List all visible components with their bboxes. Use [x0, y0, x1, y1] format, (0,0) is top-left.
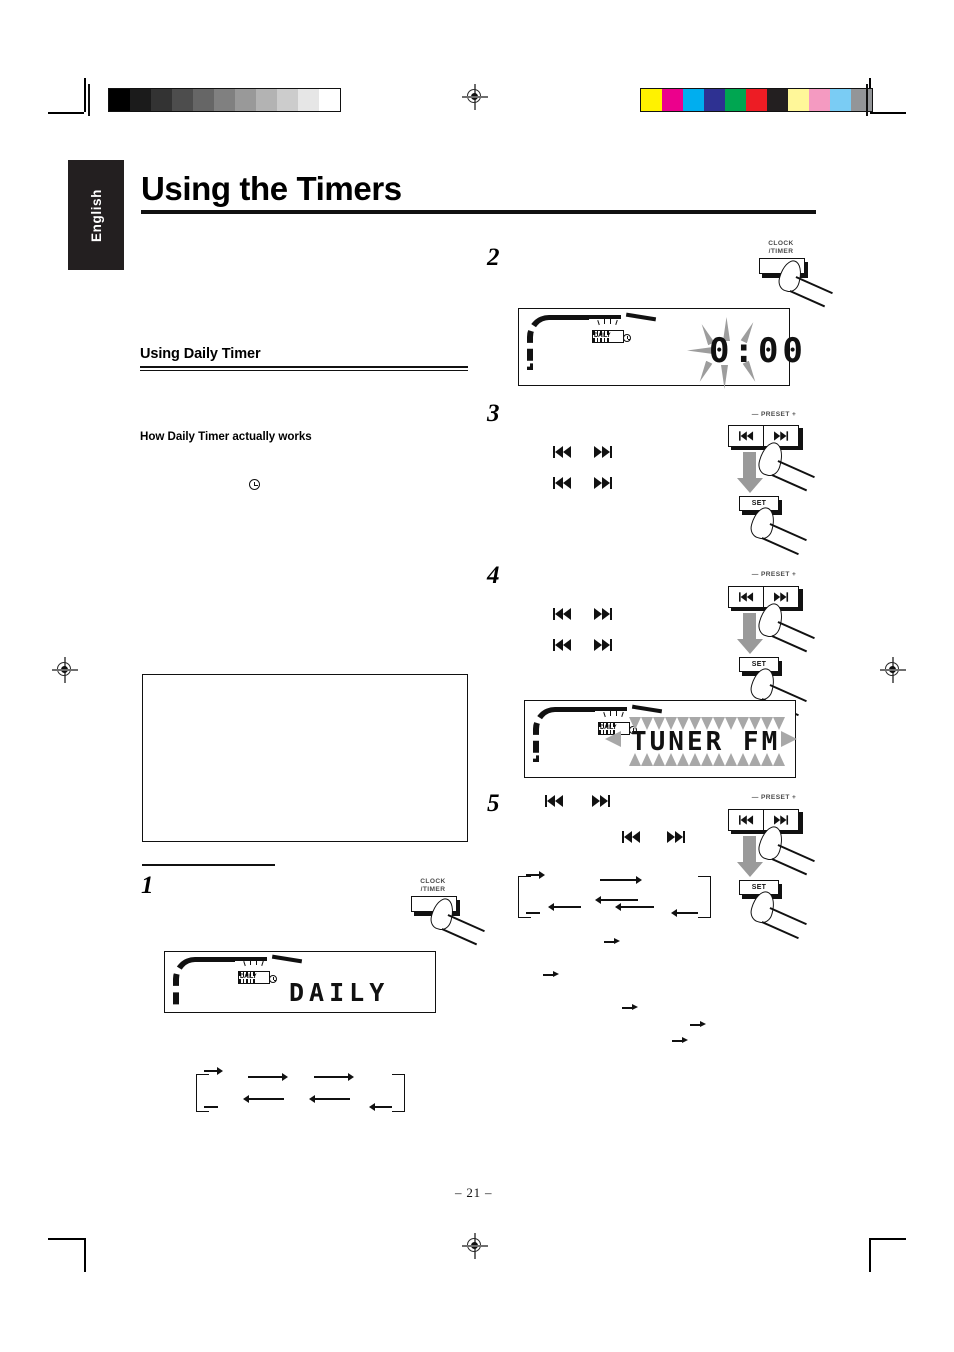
display-panel-step2: DAILY 0:00 — [518, 308, 803, 389]
grayscale-swatch — [319, 89, 340, 111]
grayscale-calibration-bar — [108, 88, 341, 112]
crop-mark-right-bottom — [870, 1238, 906, 1240]
skip-forward-icon — [594, 477, 613, 489]
grayscale-swatch — [109, 89, 130, 111]
clock-icon — [249, 479, 260, 490]
daily-indicator-step2: DAILY — [589, 319, 631, 344]
clock-timer-caption-line1: CLOCK — [768, 240, 794, 247]
skip-back-icon — [738, 431, 754, 441]
color-swatch — [725, 89, 746, 111]
language-tab: English — [68, 160, 124, 270]
crop-mark-bottom-right — [869, 1238, 871, 1272]
display-readout-step4: TUNER FM — [631, 727, 781, 757]
registration-mark-icon — [880, 657, 906, 683]
registration-mark-icon — [462, 84, 488, 110]
color-swatch — [830, 89, 851, 111]
grayscale-swatch — [298, 89, 319, 111]
daily-clock-icon — [269, 975, 277, 983]
display-readout-step1: DAILY — [289, 978, 390, 1007]
flashing-ray-left — [605, 731, 621, 747]
step-number-3: 3 — [487, 400, 500, 427]
color-swatch — [641, 89, 662, 111]
clock-timer-caption-line2: /TIMER — [420, 886, 446, 893]
crop-mark-right-top — [870, 112, 906, 114]
flow-bracket-right — [392, 1074, 405, 1112]
clock-timer-button-caption-step2: CLOCK /TIMER — [752, 240, 810, 256]
color-calibration-bar — [640, 88, 873, 112]
pressing-hand-icon — [748, 504, 810, 555]
skip-forward-icon — [592, 795, 611, 807]
clock-timer-caption-line1: CLOCK — [420, 878, 446, 885]
crop-mark-left-top — [48, 112, 84, 114]
page-title-rule — [141, 210, 816, 214]
registration-mark-icon — [462, 1233, 488, 1259]
down-arrow-icon-step3 — [736, 452, 768, 494]
preset-label-step5: — PRESET + — [751, 794, 797, 801]
grayscale-swatch — [277, 89, 298, 111]
step1-separator-rule — [142, 864, 275, 866]
grayscale-swatch — [151, 89, 172, 111]
step-number-5: 5 — [487, 790, 500, 817]
grayscale-swatch — [256, 89, 277, 111]
skip-forward-icon — [667, 831, 686, 843]
pressing-hand-icon — [748, 888, 810, 939]
display-panel-step4: DAILY TUNER FM — [524, 700, 797, 778]
color-swatch — [683, 89, 704, 111]
registration-mark-icon — [52, 657, 78, 683]
grayscale-swatch — [214, 89, 235, 111]
down-arrow-icon-step5 — [736, 836, 768, 878]
color-swatch — [788, 89, 809, 111]
section-heading-rule — [140, 366, 468, 371]
step-number-2: 2 — [487, 244, 500, 271]
color-swatch — [704, 89, 725, 111]
section-subheading: How Daily Timer actually works — [140, 430, 312, 443]
pressing-hand-icon — [775, 257, 836, 308]
page-title: Using the Timers — [141, 170, 402, 207]
skip-forward-icon — [594, 446, 613, 458]
grayscale-swatch — [172, 89, 193, 111]
section-heading: Using Daily Timer — [140, 346, 261, 362]
crop-mark-bottom-left — [84, 1238, 86, 1272]
daily-indicator-step1: DAILY — [235, 960, 277, 985]
color-swatch — [662, 89, 683, 111]
skip-back-icon — [545, 795, 564, 807]
flashing-ray-right — [781, 731, 797, 747]
pressing-hand-icon — [427, 895, 488, 946]
skip-forward-icon — [594, 639, 613, 651]
preset-label-step4: — PRESET + — [751, 571, 797, 578]
skip-back-icon — [553, 608, 572, 620]
skip-back-icon — [738, 592, 754, 602]
preset-label-step3: — PRESET + — [751, 411, 797, 418]
color-swatch — [851, 89, 872, 111]
display-panel-step1: DAILY DAILY — [164, 951, 436, 1013]
step-number-1: 1 — [141, 872, 154, 899]
grayscale-swatch — [193, 89, 214, 111]
flow-bracket-right — [698, 876, 711, 918]
notes-box — [142, 674, 468, 842]
calibration-rule-left — [88, 84, 90, 116]
clock-timer-button-caption: CLOCK /TIMER — [404, 878, 462, 894]
skip-back-icon — [622, 831, 641, 843]
page-number: – 21 – — [455, 1185, 493, 1200]
display-readout-step2: 0:00 — [709, 331, 807, 371]
crop-mark-top-left — [84, 78, 86, 112]
color-swatch — [809, 89, 830, 111]
down-arrow-icon-step4 — [736, 613, 768, 655]
color-swatch — [767, 89, 788, 111]
color-swatch — [746, 89, 767, 111]
step-number-4: 4 — [487, 562, 500, 589]
crop-mark-left-bottom — [48, 1238, 84, 1240]
language-tab-label: English — [88, 188, 104, 242]
grayscale-swatch — [130, 89, 151, 111]
skip-forward-icon — [594, 608, 613, 620]
skip-back-icon — [553, 639, 572, 651]
skip-back-icon — [553, 477, 572, 489]
clock-timer-caption-line2: /TIMER — [768, 248, 794, 255]
daily-clock-icon — [623, 334, 631, 342]
calibration-rule-right — [866, 84, 868, 116]
skip-back-icon — [738, 815, 754, 825]
skip-back-icon — [553, 446, 572, 458]
grayscale-swatch — [235, 89, 256, 111]
